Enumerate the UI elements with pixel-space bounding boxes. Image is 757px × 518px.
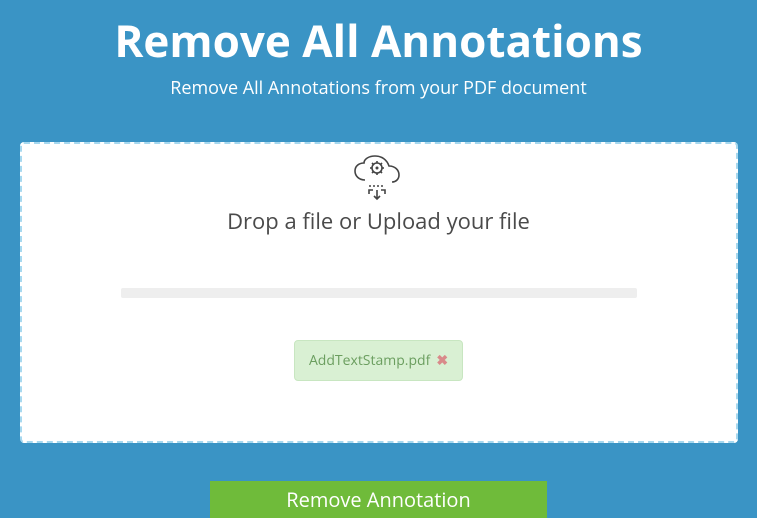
cloud-upload-gear-icon	[347, 154, 411, 202]
file-dropzone[interactable]: Drop a file or Upload your file AddTextS…	[20, 142, 738, 443]
upload-progress-bar	[121, 288, 637, 298]
remove-annotation-button[interactable]: Remove Annotation	[210, 481, 547, 518]
remove-file-icon[interactable]: ✖	[436, 351, 448, 370]
page-container: Remove All Annotations Remove All Annota…	[0, 0, 757, 518]
file-name-label: AddTextStamp.pdf	[309, 351, 430, 370]
uploaded-file-pill: AddTextStamp.pdf ✖	[294, 340, 463, 381]
dropzone-instruction: Drop a file or Upload your file	[227, 206, 530, 236]
page-subtitle: Remove All Annotations from your PDF doc…	[170, 76, 587, 100]
page-title: Remove All Annotations	[114, 10, 642, 70]
